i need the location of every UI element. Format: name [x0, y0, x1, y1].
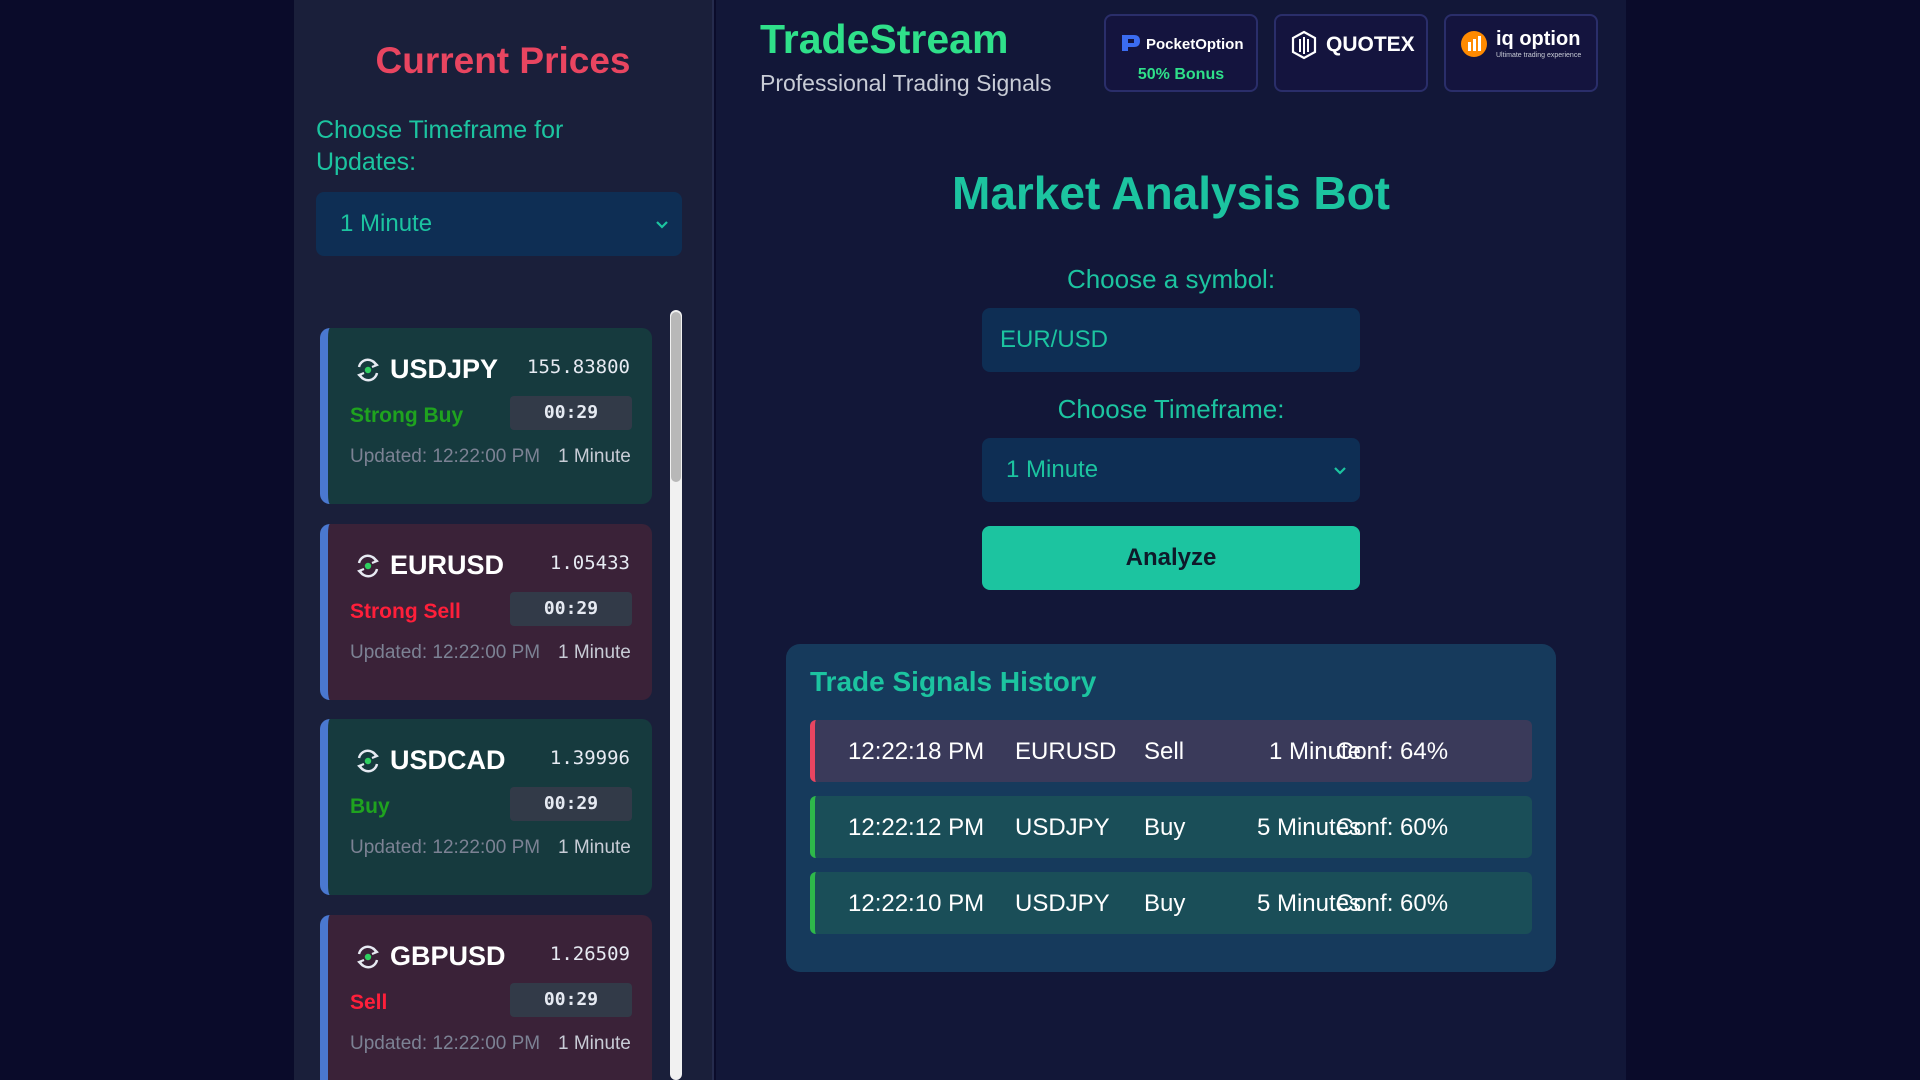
price-card-signal: Buy: [350, 795, 390, 818]
timeframe-label: Choose Timeframe:: [1057, 394, 1285, 424]
broker-pocketoption[interactable]: PocketOption 50% Bonus: [1104, 14, 1258, 92]
symbol-input[interactable]: [982, 308, 1360, 372]
signal-row[interactable]: 12:22:12 PM USDJPY Buy 5 Minutes Conf: 6…: [810, 796, 1532, 858]
price-card-updated: Updated: 12:22:00 PM: [350, 446, 541, 467]
signal-direction: Buy: [1144, 814, 1186, 841]
price-card-updated: Updated: 12:22:00 PM: [350, 837, 541, 858]
signal-time: 12:22:12 PM: [848, 814, 985, 841]
timeframe-select[interactable]: 1 Minute: [982, 438, 1360, 502]
currency-exchange-icon: [357, 554, 379, 578]
sidebar: Current Prices Choose Timeframe for Upda…: [294, 0, 714, 1080]
broker-name: QUOTEX: [1326, 33, 1415, 56]
timeframe-value: 1 Minute: [1006, 456, 1099, 483]
price-card-signal: Strong Sell: [350, 600, 461, 623]
price-card-timer: 00:29: [510, 787, 632, 821]
broker-name: iq option: [1496, 28, 1581, 50]
price-card-symbol: EURUSD: [390, 550, 505, 580]
price-card-updated: Updated: 12:22:00 PM: [350, 642, 541, 663]
price-card-signal: Sell: [350, 991, 388, 1014]
history-title: Trade Signals History: [810, 666, 1097, 697]
currency-exchange-icon: [357, 358, 379, 382]
chevron-down-icon: [656, 221, 668, 229]
price-card-gbpusd[interactable]: GBPUSD 1.26509 Sell 00:29 Updated: 12:22…: [320, 915, 652, 1080]
iqoption-logo-icon: [1461, 31, 1487, 57]
sidebar-timeframe-value: 1 Minute: [340, 210, 433, 237]
price-card-symbol: GBPUSD: [390, 941, 506, 971]
symbol-label: Choose a symbol:: [1066, 264, 1276, 294]
price-card-timeframe: 1 Minute: [558, 642, 631, 663]
signal-symbol: EURUSD: [1015, 738, 1117, 765]
price-card-timeframe: 1 Minute: [558, 446, 631, 467]
sidebar-title: Current Prices: [375, 40, 631, 81]
signal-time: 12:22:10 PM: [848, 890, 985, 917]
signal-confidence: Conf: 60%: [1336, 814, 1449, 841]
price-card-timeframe: 1 Minute: [558, 1033, 631, 1054]
brand-title: TradeStream: [760, 16, 1009, 62]
main-panel: TradeStream Professional Trading Signals…: [716, 0, 1626, 1080]
sidebar-scrollbar-thumb[interactable]: [671, 312, 681, 482]
signal-symbol: USDJPY: [1015, 890, 1110, 917]
price-card-usdcad[interactable]: USDCAD 1.39996 Buy 00:29 Updated: 12:22:…: [320, 719, 652, 895]
bot-title: Market Analysis Bot: [952, 167, 1390, 219]
broker-iqoption[interactable]: iq option Ultimate trading experience: [1444, 14, 1598, 92]
broker-name: PocketOption: [1146, 36, 1244, 53]
price-card-timer: 00:29: [510, 396, 632, 430]
price-card-price: 155.83800: [527, 356, 630, 378]
signal-direction: Buy: [1144, 890, 1186, 917]
broker-bonus: 50% Bonus: [1137, 66, 1225, 83]
signal-confidence: Conf: 64%: [1336, 738, 1449, 765]
price-card-signal: Strong Buy: [350, 404, 464, 427]
brand-tagline: Professional Trading Signals: [760, 70, 1052, 96]
price-card-timer: 00:29: [510, 592, 632, 626]
price-card-timer: 00:29: [510, 983, 632, 1017]
quotex-logo-icon: [1291, 30, 1317, 60]
signal-row[interactable]: 12:22:18 PM EURUSD Sell 1 Minute Conf: 6…: [810, 720, 1532, 782]
price-card-updated: Updated: 12:22:00 PM: [350, 1033, 541, 1054]
price-card-timeframe: 1 Minute: [558, 837, 631, 858]
pocketoption-logo-icon: [1122, 35, 1140, 51]
signal-direction: Sell: [1144, 738, 1185, 765]
signals-history: Trade Signals History 12:22:18 PM EURUSD…: [786, 644, 1556, 972]
broker-quotex[interactable]: QUOTEX: [1274, 14, 1428, 92]
price-card-usdjpy[interactable]: USDJPY 155.83800 Strong Buy 00:29 Update…: [320, 328, 652, 504]
signal-time: 12:22:18 PM: [848, 738, 985, 765]
signal-row[interactable]: 12:22:10 PM USDJPY Buy 5 Minutes Conf: 6…: [810, 872, 1532, 934]
price-card-symbol: USDCAD: [390, 745, 506, 775]
broker-slogan: Ultimate trading experience: [1496, 52, 1582, 59]
currency-exchange-icon: [357, 945, 379, 969]
price-card-symbol: USDJPY: [390, 354, 499, 384]
chevron-down-icon: [1334, 467, 1346, 475]
analyze-button[interactable]: Analyze: [982, 526, 1360, 590]
price-card-eurusd[interactable]: EURUSD 1.05433 Strong Sell 00:29 Updated…: [320, 524, 652, 700]
price-card-price: 1.26509: [549, 943, 630, 965]
signal-symbol: USDJPY: [1015, 814, 1110, 841]
currency-exchange-icon: [357, 749, 379, 773]
price-card-price: 1.05433: [549, 552, 630, 574]
sidebar-timeframe-select[interactable]: 1 Minute: [316, 192, 682, 256]
price-card-price: 1.39996: [549, 747, 630, 769]
sidebar-timeframe-label: Choose Timeframe for Updates:: [316, 116, 564, 176]
signal-confidence: Conf: 60%: [1336, 890, 1449, 917]
